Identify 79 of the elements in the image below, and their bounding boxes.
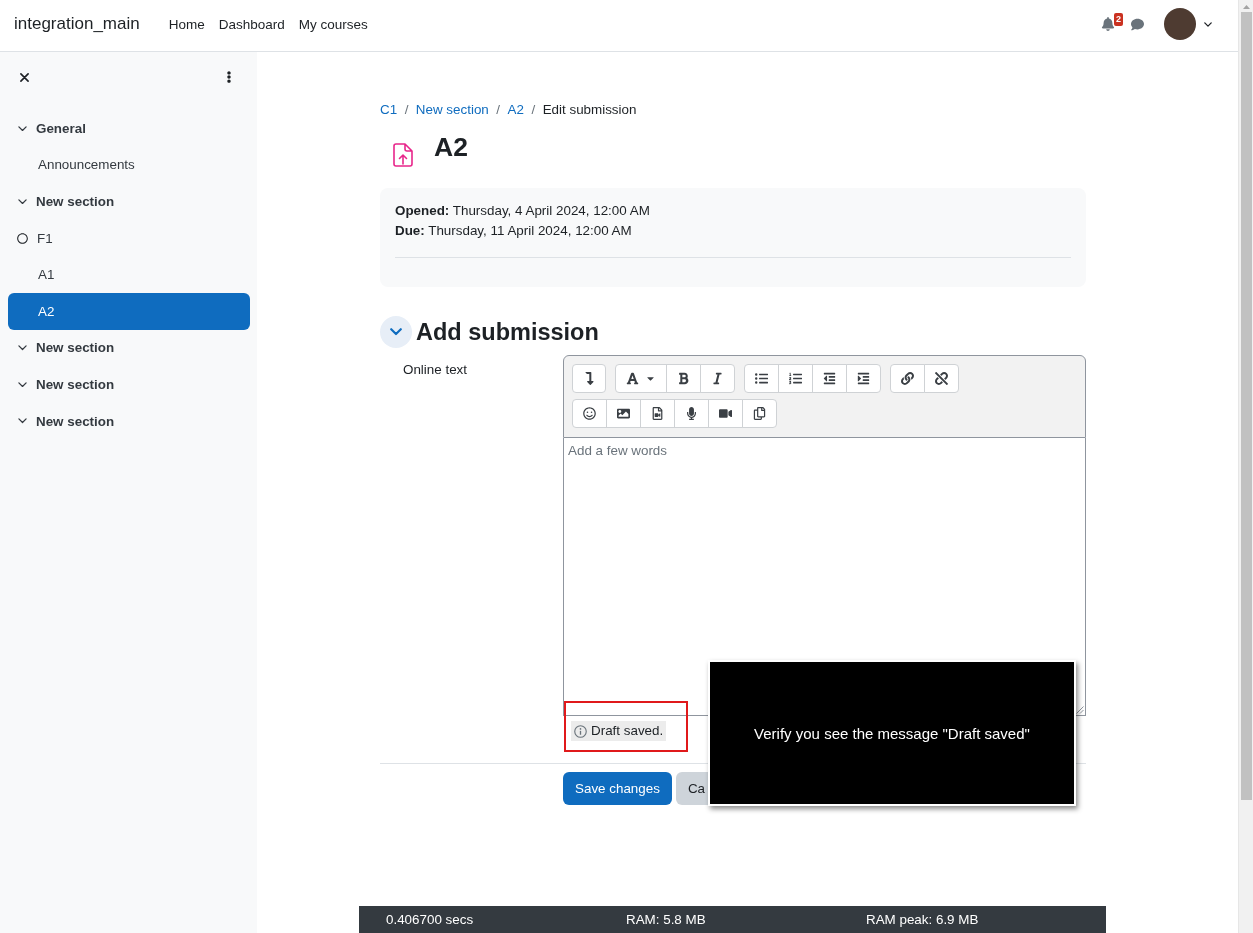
footer-stat: RAM: 5.8 MB (626, 912, 707, 929)
italic-button[interactable] (700, 364, 735, 393)
chevron-down-icon[interactable] (18, 381, 27, 388)
course-index-item[interactable]: F1 (8, 219, 250, 257)
image-icon (617, 407, 630, 420)
font-icon (626, 372, 639, 385)
course-index-item[interactable]: Announcements (8, 146, 250, 184)
italic-icon (711, 372, 724, 385)
avatar-placeholder[interactable] (1164, 8, 1196, 40)
close-icon[interactable] (20, 72, 29, 82)
numbered-list-icon (789, 372, 802, 385)
font-color-button[interactable] (615, 364, 667, 393)
chevron-down-icon[interactable] (18, 198, 27, 205)
bold-icon (677, 372, 690, 385)
manage-files-button[interactable] (742, 399, 777, 428)
file-upload-icon (393, 143, 413, 167)
collapse-button[interactable] (380, 316, 412, 348)
breadcrumb-current: Edit submission (542, 101, 637, 119)
chevron-down-icon[interactable] (18, 125, 27, 131)
section-link[interactable]: New section (8, 366, 250, 403)
bullet-list-button[interactable] (744, 364, 779, 393)
section-link[interactable]: New section (8, 402, 250, 440)
bold-button[interactable] (666, 364, 701, 393)
bullet-list-icon (755, 372, 768, 385)
breadcrumb-separator: / (495, 101, 502, 119)
insert-button[interactable] (572, 364, 606, 393)
draft-status-text: Draft saved. (591, 722, 664, 740)
copy-icon (753, 407, 766, 420)
save-button[interactable]: Save changes (563, 772, 672, 805)
resize-handle-icon[interactable] (1076, 706, 1084, 714)
emoji-button[interactable] (572, 399, 607, 428)
outdent-icon (823, 372, 836, 385)
unlink-icon (935, 372, 948, 385)
instruction-overlay: Verify you see the message "Draft saved" (708, 660, 1076, 806)
date-line: Opened: Thursday, 4 April 2024, 12:00 AM (395, 202, 651, 220)
page-title: A2 (434, 131, 468, 163)
video-file-icon (651, 407, 664, 420)
date-line: Due: Thursday, 11 April 2024, 12:00 AM (395, 222, 633, 240)
link-icon (901, 372, 914, 385)
unlink-button[interactable] (924, 364, 959, 393)
media-button[interactable] (640, 399, 675, 428)
breadcrumb-link[interactable]: A2 (507, 100, 524, 120)
breadcrumb-separator: / (403, 101, 410, 119)
nav-link[interactable]: My courses (291, 16, 375, 32)
nav-link[interactable]: Home (161, 16, 212, 32)
indent-button[interactable] (846, 364, 881, 393)
link-button[interactable] (890, 364, 925, 393)
footer-stat: RAM peak: 6.9 MB (866, 912, 980, 929)
notification-bell-icon[interactable] (1101, 17, 1115, 31)
section-heading: Add submission (416, 318, 599, 347)
section-link[interactable]: New section (8, 329, 250, 367)
video-camera-icon (719, 407, 732, 420)
breadcrumb-separator: / (530, 101, 537, 119)
field-label: Online text (402, 361, 468, 379)
chat-bubble-icon[interactable] (1131, 17, 1144, 31)
chevron-down-icon[interactable] (1204, 21, 1212, 27)
breadcrumb-link[interactable]: New section (415, 100, 489, 120)
breadcrumb-link[interactable]: C1 (380, 100, 398, 120)
record-audio-button[interactable] (674, 399, 709, 428)
course-index-item[interactable]: A2 (8, 292, 250, 330)
microphone-icon (685, 407, 698, 420)
site-name[interactable]: integration_main (14, 14, 140, 34)
notification-count: 2 (1114, 13, 1123, 26)
nav-link[interactable]: Dashboard (211, 16, 292, 32)
record-video-button[interactable] (708, 399, 743, 428)
outdent-button[interactable] (812, 364, 847, 393)
numbered-list-button[interactable] (778, 364, 813, 393)
section-link[interactable]: New section (8, 183, 250, 220)
indent-icon (857, 372, 870, 385)
course-index-item[interactable]: A1 (8, 256, 250, 293)
image-button[interactable] (606, 399, 641, 428)
chevron-down-icon[interactable] (18, 345, 27, 351)
scrollbar[interactable] (1238, 0, 1253, 933)
scrollbar-thumb[interactable] (1240, 12, 1252, 800)
smiley-icon (583, 407, 596, 420)
info-icon (574, 724, 587, 738)
chevron-down-icon[interactable] (18, 418, 27, 424)
section-link[interactable]: General (8, 110, 250, 147)
footer-stat: 0.406700 secs (386, 912, 475, 929)
